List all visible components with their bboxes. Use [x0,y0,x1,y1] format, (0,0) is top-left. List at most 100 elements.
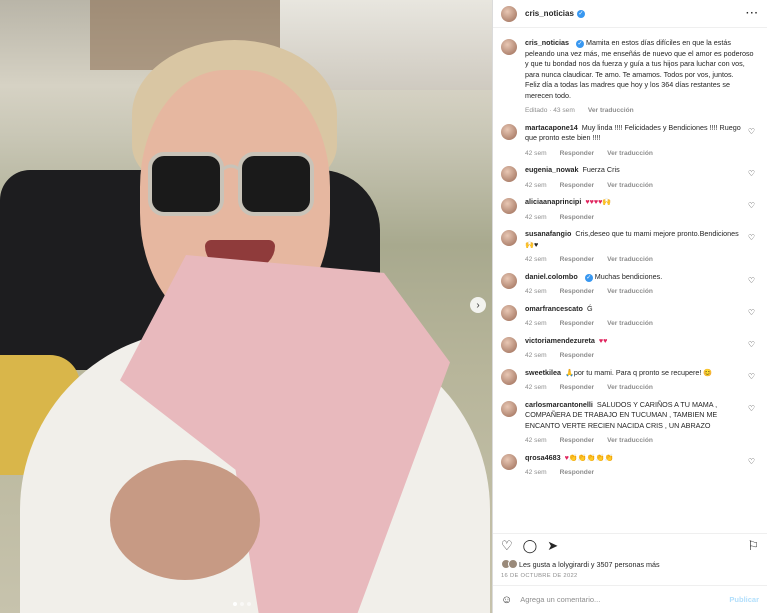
like-heart-icon[interactable]: ♡ [748,127,755,136]
sunglasses [148,152,314,216]
reply-link[interactable]: Responder [560,181,594,192]
comment-time: 42 sem [525,149,547,157]
comment-author[interactable]: eugenia_nowak [525,165,579,174]
like-heart-icon[interactable]: ♡ [748,372,755,381]
reply-link[interactable]: Responder [560,319,594,330]
avatar[interactable] [501,336,517,353]
caption-edited: Editado · 43 sem [525,107,575,114]
translate-link[interactable]: Ver traducción [607,181,653,192]
comment: martacapone14 Muy linda !!!! Felicidades … [501,123,759,160]
like-heart-icon[interactable]: ♡ [748,340,755,349]
comment-text: ♥👏👏👏👏👏 [564,452,614,462]
comment-text: Ǵ [586,303,593,313]
caption-author[interactable]: cris_noticias [525,38,569,47]
hand [110,460,260,580]
comment-author[interactable]: qrosa4683 [525,453,561,462]
avatar[interactable] [501,400,517,417]
comment-time: 42 sem [525,256,547,263]
reply-link[interactable]: Responder [560,213,594,224]
like-heart-icon[interactable]: ♡ [501,538,513,554]
liker-avatars [501,559,518,569]
verified-badge-icon: ✓ [584,273,593,282]
reply-link[interactable]: Responder [560,149,594,160]
translate-link[interactable]: Ver traducción [607,255,653,266]
comment-author[interactable]: omarfrancescato [525,304,583,313]
reply-link[interactable]: Responder [560,383,594,394]
comment-text: Fuerza Cris [582,165,620,174]
like-heart-icon[interactable]: ♡ [748,457,755,466]
carousel-dots [233,602,251,606]
avatar[interactable] [501,39,517,55]
post-sidebar: cris_noticias ✓ ··· cris_noticias ✓ Mamit… [492,0,767,613]
post-header: cris_noticias ✓ ··· [493,0,767,28]
translate-link[interactable]: Ver traducción [607,287,653,298]
like-heart-icon[interactable]: ♡ [748,233,755,242]
translate-link[interactable]: Ver traducción [607,149,653,160]
likes-text: Les gusta a lolygirardi y 3507 personas … [519,559,660,569]
next-photo-button[interactable]: › [470,297,486,313]
avatar[interactable] [501,272,517,289]
comment-text: Muchas bendiciones. [594,271,663,281]
publish-button[interactable]: Publicar [729,595,759,604]
like-heart-icon[interactable]: ♡ [748,404,755,413]
translate-link[interactable]: Ver traducción [588,106,634,117]
comment: sweetkilea 🙏por tu mami. Para q pronto se… [501,368,759,394]
avatar[interactable] [501,230,517,246]
verified-badge-icon: ✓ [575,40,584,48]
reply-link[interactable]: Responder [560,468,594,479]
translate-link[interactable]: Ver traducción [607,436,653,447]
comment-author[interactable]: sweetkilea [525,368,561,377]
comment: aliciaanaprincipi ♥♥♥♥🙌 42 sem Responder ♡ [501,197,759,223]
comment-time: 42 sem [525,213,547,221]
post-photo[interactable]: › [0,0,492,613]
like-heart-icon[interactable]: ♡ [748,308,755,317]
comment-author[interactable]: aliciaanaprincipi [525,197,581,206]
emoji-icon[interactable]: ☺ [501,594,512,606]
reply-link[interactable]: Responder [560,287,594,298]
likes-summary[interactable]: Les gusta a lolygirardi y 3507 personas … [493,557,767,571]
comment-text: ♥♥♥♥🙌 [585,197,612,206]
comment: susanafangio Cris,deseo que tu mami mejor… [501,229,759,266]
add-comment-bar: ☺ Agrega un comentario... Publicar [493,585,767,613]
share-send-icon[interactable]: ➤ [547,538,558,554]
comment-author[interactable]: carlosmarcantonelli [525,400,593,409]
translate-link[interactable]: Ver traducción [607,383,653,394]
caption-text-2: Feliz día a todas las madres que hoy y l… [525,80,730,100]
comment-text: ♥♥ [598,335,608,345]
avatar[interactable] [501,368,517,385]
avatar[interactable] [501,166,517,182]
comment-input[interactable]: Agrega un comentario... [520,595,600,604]
avatar[interactable] [501,123,517,140]
comment: qrosa4683 ♥👏👏👏👏👏 42 sem Responder ♡ [501,453,759,479]
reply-link[interactable]: Responder [560,436,594,447]
comment-icon[interactable]: ◯ [523,538,538,554]
avatar[interactable] [501,198,517,214]
reply-link[interactable]: Responder [560,255,594,266]
bookmark-icon[interactable]: ⚐ [747,538,759,554]
comment: omarfrancescato Ǵ 42 sem Responder Ver trad… [501,304,759,330]
like-heart-icon[interactable]: ♡ [748,201,755,210]
translate-link[interactable]: Ver traducción [607,319,653,330]
comment-time: 42 sem [525,320,547,327]
comment-time: 42 sem [525,437,547,444]
reply-link[interactable]: Responder [560,351,594,362]
comment-author[interactable]: susanafangio [525,229,571,238]
comment-time: 42 sem [525,384,547,391]
comment: daniel.colombo ✓ Muchas bendiciones. 42 s… [501,272,759,298]
more-horizontal-icon[interactable]: ··· [746,8,759,19]
verified-badge-icon: ✓ [576,9,585,18]
caption: cris_noticias ✓ Mamita en estos días difí… [501,38,759,117]
comment-author[interactable]: victoriamendezureta [525,336,595,345]
comment-time: 42 sem [525,181,547,189]
avatar[interactable] [501,304,517,321]
avatar[interactable] [501,5,517,22]
comment: carlosmarcantonelli SALUDOS Y CARIÑOS A T… [501,400,759,447]
post-author-username[interactable]: cris_noticias [525,9,574,18]
post-actions: ♡ ◯ ➤ ⚐ [493,533,767,557]
like-heart-icon[interactable]: ♡ [748,276,755,285]
like-heart-icon[interactable]: ♡ [748,169,755,178]
avatar[interactable] [501,453,517,470]
comments-list[interactable]: cris_noticias ✓ Mamita en estos días difí… [493,28,767,533]
comment-author[interactable]: daniel.colombo [525,272,578,281]
comment-author[interactable]: martacapone14 [525,123,578,132]
